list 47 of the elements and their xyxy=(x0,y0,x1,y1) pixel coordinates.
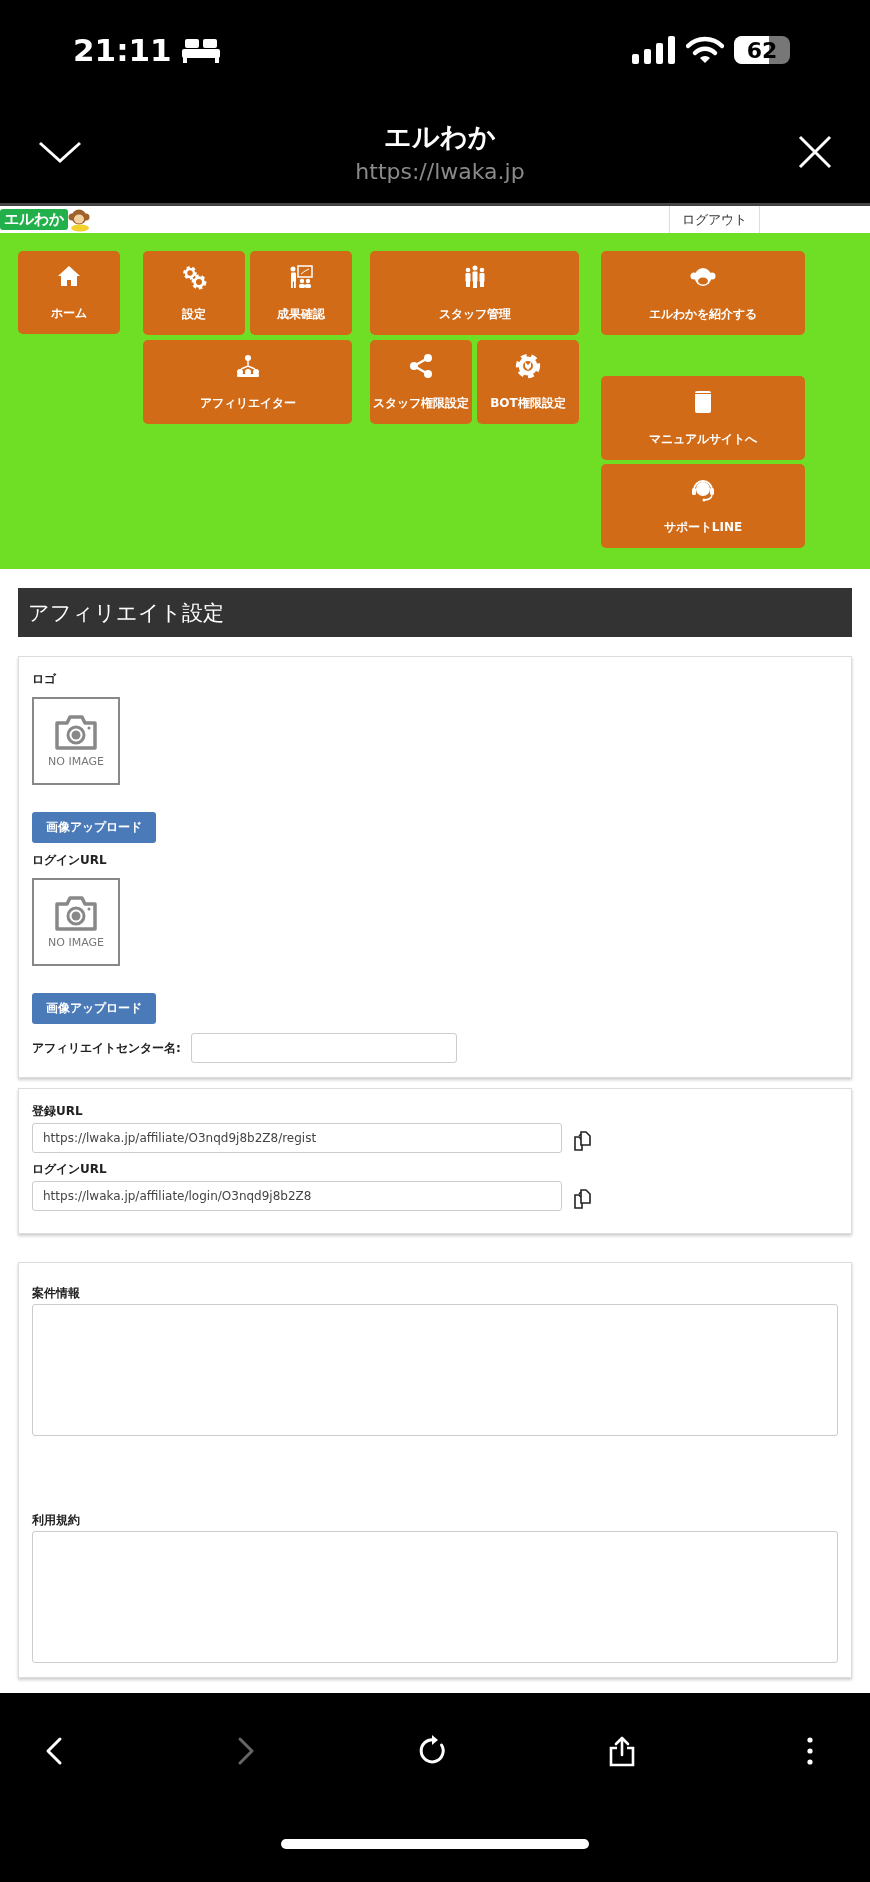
nav-tile[interactable]: 成果確認 xyxy=(250,251,352,335)
nav-tile[interactable]: マニュアルサイトへ xyxy=(601,376,805,460)
nav-tile[interactable]: スタッフ権限設定 xyxy=(370,340,472,424)
logout-button[interactable]: ログアウト xyxy=(669,206,760,233)
camera-icon xyxy=(53,714,99,751)
field-label: アフィリエイトセンター名: xyxy=(32,1039,181,1057)
center-name-field[interactable] xyxy=(190,1033,457,1063)
home-icon xyxy=(56,263,82,289)
field-label: ログインURL xyxy=(32,852,108,869)
url-field[interactable]: https://lwaka.jp/affiliate/login/O3nqd9j8b2Z8 xyxy=(32,1181,562,1211)
nav-tile[interactable]: BOT権限設定 xyxy=(477,340,579,424)
image-field[interactable]: NO IMAGE xyxy=(32,697,120,785)
camera-icon xyxy=(53,895,99,932)
page-url: https://lwaka.jp xyxy=(355,159,525,184)
chevron-down-icon[interactable] xyxy=(38,139,82,164)
nav-tile[interactable]: エルわかを紹介する xyxy=(601,251,805,335)
org-chart-icon xyxy=(234,352,261,379)
field-label: ロゴ xyxy=(32,671,57,688)
copy-icon[interactable] xyxy=(572,1129,594,1152)
nav-tile[interactable]: ホーム xyxy=(18,251,120,334)
gear-icon xyxy=(515,352,541,379)
field-label: 案件情報 xyxy=(32,1285,81,1302)
site-logo[interactable]: エルわか xyxy=(0,209,68,230)
share-icon xyxy=(408,352,434,379)
page-title: エルわか xyxy=(384,120,496,154)
copy-icon[interactable] xyxy=(572,1187,594,1210)
wifi-icon xyxy=(686,36,724,64)
close-icon[interactable] xyxy=(798,134,832,169)
upload-button[interactable]: 画像アップロード xyxy=(32,812,156,843)
nav-tile[interactable]: スタッフ管理 xyxy=(370,251,579,335)
battery-icon: 62 xyxy=(734,36,790,64)
nav-tile[interactable]: サポートLINE xyxy=(601,464,805,548)
field-label: ログインURL xyxy=(32,1161,108,1178)
mascot-icon xyxy=(68,207,90,232)
presenter-icon xyxy=(288,263,314,290)
upload-button[interactable]: 画像アップロード xyxy=(32,993,156,1024)
image-field[interactable]: NO IMAGE xyxy=(32,878,120,966)
field-label: 登録URL xyxy=(32,1103,84,1120)
section-heading: アフィリエイト設定 xyxy=(18,588,852,637)
status-time: 21:11 xyxy=(73,32,172,68)
nav-tile[interactable]: 設定 xyxy=(143,251,245,335)
nav-tile[interactable]: アフィリエイター xyxy=(143,340,352,424)
field-label: 利用規約 xyxy=(32,1512,81,1529)
signal-icon xyxy=(632,36,676,64)
bed-icon xyxy=(181,37,222,63)
gears-icon xyxy=(181,263,207,290)
url-field[interactable]: https://lwaka.jp/affiliate/O3nqd9j8b2Z8/regist xyxy=(32,1123,562,1153)
